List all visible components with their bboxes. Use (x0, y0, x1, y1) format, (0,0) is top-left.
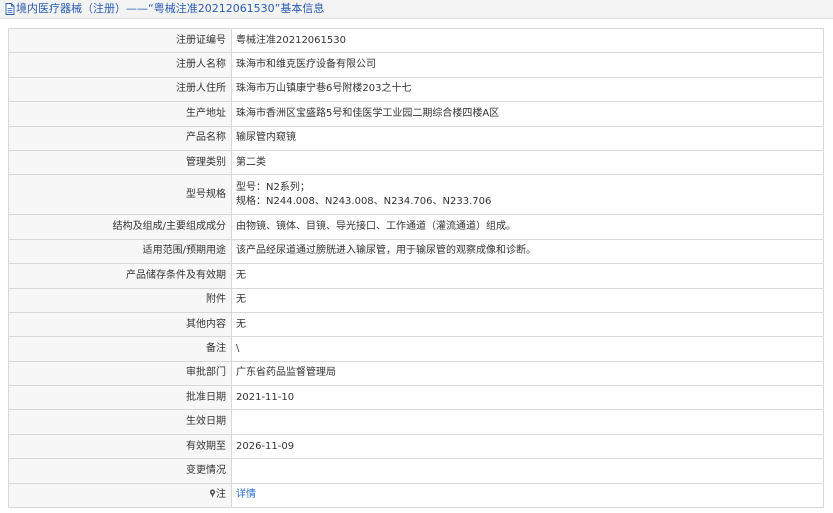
model-line: 型号：N2系列； (236, 181, 310, 193)
row-label: 生产地址 (8, 101, 232, 127)
table-row: 结构及组成/主要组成成分 由物镜、镜体、目镜、导光接口、工作通道（灌流通道）组成… (8, 214, 824, 240)
spec-line: 规格：N244.008、N243.008、N234.706、N233.706 (236, 195, 492, 207)
row-value: 第二类 (231, 149, 824, 176)
table-row: 产品名称 输尿管内窥镜 (8, 125, 824, 151)
details-link[interactable]: 详情 (236, 489, 256, 500)
row-value: 珠海市和维克医疗设备有限公司 (231, 52, 824, 78)
row-value: 珠海市香洲区宝盛路5号和佳医学工业园二期综合楼四楼A区 (231, 101, 824, 127)
table-row: 注册人住所 珠海市万山镇康宁巷6号附楼203之十七 (8, 76, 824, 103)
row-label: 备注 (8, 336, 232, 362)
row-value: \ (231, 336, 824, 362)
table-row: 管理类别 第二类 (8, 149, 824, 176)
row-value: 输尿管内窥镜 (231, 125, 824, 151)
row-label: 生效日期 (8, 409, 232, 435)
row-label: 变更情况 (8, 458, 232, 484)
table-row: 有效期至 2026-11-09 (8, 433, 824, 460)
table-row: 产品储存条件及有效期 无 (8, 263, 824, 289)
row-label: 注册证编号 (8, 27, 232, 54)
row-value: 型号：N2系列； 规格：N244.008、N243.008、N234.706、N… (231, 174, 824, 216)
row-label: 型号规格 (8, 174, 232, 216)
table-row: 生产地址 珠海市香洲区宝盛路5号和佳医学工业园二期综合楼四楼A区 (8, 101, 824, 127)
row-value: 由物镜、镜体、目镜、导光接口、工作通道（灌流通道）组成。 (231, 214, 824, 240)
page-header: 境内医疗器械（注册）——“粤械注准20212061530”基本信息 (0, 0, 833, 19)
table-row: 批准日期 2021-11-10 (8, 385, 824, 411)
table-row: 其他内容 无 (8, 311, 824, 338)
pin-icon (209, 489, 216, 499)
row-value: 该产品经尿道通过膀胱进入输尿管，用于输尿管的观察成像和诊断。 (231, 238, 824, 265)
row-label: 其他内容 (8, 311, 232, 338)
table-row: 注册人名称 珠海市和维克医疗设备有限公司 (8, 52, 824, 78)
row-value: 粤械注准20212061530 (231, 27, 824, 54)
row-value: 珠海市万山镇康宁巷6号附楼203之十七 (231, 76, 824, 103)
table-row: 附件 无 (8, 287, 824, 313)
breadcrumb[interactable]: 境内医疗器械（注册）——“粤械注准20212061530”基本信息 (16, 0, 324, 18)
row-label: 管理类别 (8, 149, 232, 176)
table-row: 注 详情 (8, 482, 824, 509)
row-value: 无 (231, 311, 824, 338)
row-label: 适用范围/预期用途 (8, 238, 232, 265)
row-label: 注册人名称 (8, 52, 232, 78)
row-label: 注册人住所 (8, 76, 232, 103)
row-label: 附件 (8, 287, 232, 313)
table-row: 生效日期 (8, 409, 824, 435)
row-label: 产品储存条件及有效期 (8, 263, 232, 289)
row-label: 有效期至 (8, 433, 232, 460)
table-row: 型号规格 型号：N2系列； 规格：N244.008、N243.008、N234.… (8, 174, 824, 216)
row-label: 产品名称 (8, 125, 232, 151)
row-label: 结构及组成/主要组成成分 (8, 214, 232, 240)
row-label: 审批部门 (8, 360, 232, 387)
row-value (231, 458, 824, 484)
table-row: 变更情况 (8, 458, 824, 484)
row-value (231, 409, 824, 435)
row-label: 注 (8, 482, 232, 509)
row-value: 2021-11-10 (231, 385, 824, 411)
detail-table: 注册证编号 粤械注准20212061530 注册人名称 珠海市和维克医疗设备有限… (8, 27, 824, 509)
row-value: 无 (231, 263, 824, 289)
document-icon (5, 3, 15, 15)
note-label: 注 (216, 489, 226, 501)
row-value: 广东省药品监督管理局 (231, 360, 824, 387)
row-value: 详情 (231, 482, 824, 509)
row-value: 2026-11-09 (231, 433, 824, 460)
table-row: 适用范围/预期用途 该产品经尿道通过膀胱进入输尿管，用于输尿管的观察成像和诊断。 (8, 238, 824, 265)
table-row: 审批部门 广东省药品监督管理局 (8, 360, 824, 387)
row-value: 无 (231, 287, 824, 313)
row-label: 批准日期 (8, 385, 232, 411)
table-row: 注册证编号 粤械注准20212061530 (8, 27, 824, 54)
table-row: 备注 \ (8, 336, 824, 362)
